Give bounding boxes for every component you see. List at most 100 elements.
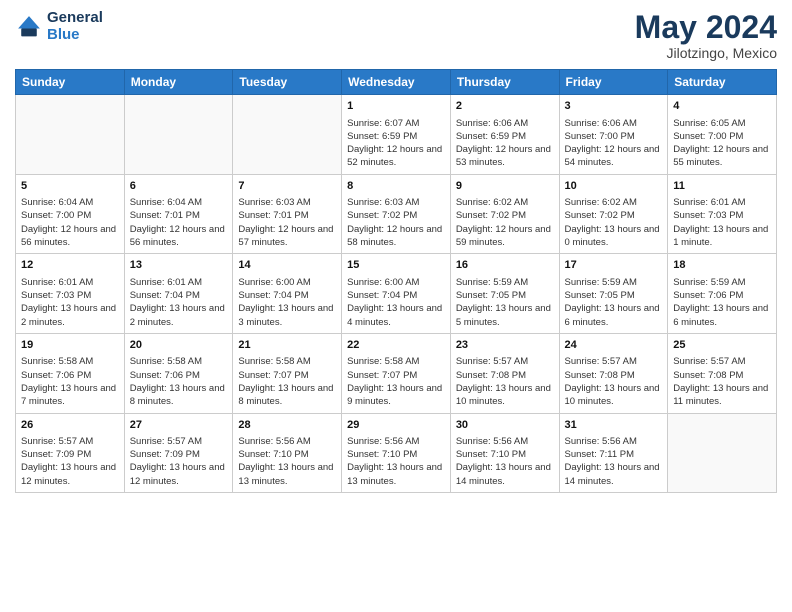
calendar: SundayMondayTuesdayWednesdayThursdayFrid…	[15, 69, 777, 493]
day-number: 20	[130, 338, 228, 353]
day-info: Sunrise: 5:57 AM Sunset: 7:08 PM Dayligh…	[456, 355, 554, 408]
day-info: Sunrise: 5:58 AM Sunset: 7:07 PM Dayligh…	[238, 355, 336, 408]
calendar-cell	[233, 95, 342, 175]
day-info: Sunrise: 6:01 AM Sunset: 7:04 PM Dayligh…	[130, 276, 228, 329]
week-row-1: 1Sunrise: 6:07 AM Sunset: 6:59 PM Daylig…	[16, 95, 777, 175]
day-number: 5	[21, 179, 119, 194]
day-info: Sunrise: 5:56 AM Sunset: 7:10 PM Dayligh…	[347, 435, 445, 488]
weekday-header-saturday: Saturday	[668, 70, 777, 95]
title-block: May 2024 Jilotzingo, Mexico	[635, 10, 777, 61]
weekday-header-wednesday: Wednesday	[342, 70, 451, 95]
day-number: 17	[565, 258, 663, 273]
calendar-cell	[668, 413, 777, 493]
calendar-cell: 6Sunrise: 6:04 AM Sunset: 7:01 PM Daylig…	[124, 174, 233, 254]
day-info: Sunrise: 6:06 AM Sunset: 7:00 PM Dayligh…	[565, 117, 663, 170]
day-info: Sunrise: 5:58 AM Sunset: 7:06 PM Dayligh…	[21, 355, 119, 408]
calendar-cell: 23 Sunrise: 5:57 AM Sunset: 7:08 PM Dayli…	[450, 333, 559, 413]
day-number: 19	[21, 338, 119, 353]
calendar-cell: 12 Sunrise: 6:01 AM Sunset: 7:03 PM Dayli…	[16, 254, 125, 334]
calendar-cell	[16, 95, 125, 175]
day-number: 24	[565, 338, 663, 353]
calendar-cell: 4 Sunrise: 6:05 AM Sunset: 7:00 PM Daylig…	[668, 95, 777, 175]
header: General Blue May 2024 Jilotzingo, Mexico	[15, 10, 777, 61]
calendar-cell: 14Sunrise: 6:00 AM Sunset: 7:04 PM Dayli…	[233, 254, 342, 334]
day-info: Sunrise: 5:59 AM Sunset: 7:05 PM Dayligh…	[456, 276, 554, 329]
day-info: Sunrise: 6:03 AM Sunset: 7:02 PM Dayligh…	[347, 196, 445, 249]
day-info: Sunrise: 6:04 AM Sunset: 7:00 PM Dayligh…	[21, 196, 119, 249]
weekday-header-row: SundayMondayTuesdayWednesdayThursdayFrid…	[16, 70, 777, 95]
day-number: 9	[456, 179, 554, 194]
day-number: 28	[238, 418, 336, 433]
weekday-header-tuesday: Tuesday	[233, 70, 342, 95]
day-info: Sunrise: 6:01 AM Sunset: 7:03 PM Dayligh…	[673, 196, 771, 249]
week-row-4: 19 Sunrise: 5:58 AM Sunset: 7:06 PM Dayli…	[16, 333, 777, 413]
day-info: Sunrise: 5:59 AM Sunset: 7:05 PM Dayligh…	[565, 276, 663, 329]
week-row-2: 5 Sunrise: 6:04 AM Sunset: 7:00 PM Daylig…	[16, 174, 777, 254]
calendar-cell: 11 Sunrise: 6:01 AM Sunset: 7:03 PM Dayli…	[668, 174, 777, 254]
location: Jilotzingo, Mexico	[635, 45, 777, 61]
day-info: Sunrise: 6:00 AM Sunset: 7:04 PM Dayligh…	[347, 276, 445, 329]
day-info: Sunrise: 5:58 AM Sunset: 7:06 PM Dayligh…	[130, 355, 228, 408]
calendar-cell: 29Sunrise: 5:56 AM Sunset: 7:10 PM Dayli…	[342, 413, 451, 493]
day-info: Sunrise: 5:56 AM Sunset: 7:10 PM Dayligh…	[456, 435, 554, 488]
logo-text: General Blue	[47, 10, 103, 43]
logo-icon	[15, 13, 43, 41]
day-number: 2	[456, 99, 554, 114]
calendar-cell: 20 Sunrise: 5:58 AM Sunset: 7:06 PM Dayli…	[124, 333, 233, 413]
day-info: Sunrise: 5:59 AM Sunset: 7:06 PM Dayligh…	[673, 276, 771, 329]
day-info: Sunrise: 6:05 AM Sunset: 7:00 PM Dayligh…	[673, 117, 771, 170]
day-info: Sunrise: 6:07 AM Sunset: 6:59 PM Dayligh…	[347, 117, 445, 170]
calendar-cell: 17 Sunrise: 5:59 AM Sunset: 7:05 PM Dayli…	[559, 254, 668, 334]
day-number: 23	[456, 338, 554, 353]
day-number: 7	[238, 179, 336, 194]
day-info: Sunrise: 6:04 AM Sunset: 7:01 PM Dayligh…	[130, 196, 228, 249]
weekday-header-friday: Friday	[559, 70, 668, 95]
day-info: Sunrise: 5:58 AM Sunset: 7:07 PM Dayligh…	[347, 355, 445, 408]
weekday-header-sunday: Sunday	[16, 70, 125, 95]
day-info: Sunrise: 6:06 AM Sunset: 6:59 PM Dayligh…	[456, 117, 554, 170]
calendar-cell: 30 Sunrise: 5:56 AM Sunset: 7:10 PM Dayli…	[450, 413, 559, 493]
day-info: Sunrise: 6:01 AM Sunset: 7:03 PM Dayligh…	[21, 276, 119, 329]
day-info: Sunrise: 5:56 AM Sunset: 7:11 PM Dayligh…	[565, 435, 663, 488]
weekday-header-monday: Monday	[124, 70, 233, 95]
day-info: Sunrise: 6:00 AM Sunset: 7:04 PM Dayligh…	[238, 276, 336, 329]
calendar-cell: 24 Sunrise: 5:57 AM Sunset: 7:08 PM Dayli…	[559, 333, 668, 413]
calendar-cell: 5 Sunrise: 6:04 AM Sunset: 7:00 PM Daylig…	[16, 174, 125, 254]
day-number: 3	[565, 99, 663, 114]
week-row-3: 12 Sunrise: 6:01 AM Sunset: 7:03 PM Dayli…	[16, 254, 777, 334]
day-number: 26	[21, 418, 119, 433]
calendar-cell: 2 Sunrise: 6:06 AM Sunset: 6:59 PM Daylig…	[450, 95, 559, 175]
day-number: 15	[347, 258, 445, 273]
day-number: 30	[456, 418, 554, 433]
day-info: Sunrise: 6:02 AM Sunset: 7:02 PM Dayligh…	[565, 196, 663, 249]
day-info: Sunrise: 5:57 AM Sunset: 7:08 PM Dayligh…	[565, 355, 663, 408]
day-number: 22	[347, 338, 445, 353]
weekday-header-thursday: Thursday	[450, 70, 559, 95]
calendar-cell: 15 Sunrise: 6:00 AM Sunset: 7:04 PM Dayli…	[342, 254, 451, 334]
calendar-cell: 31Sunrise: 5:56 AM Sunset: 7:11 PM Dayli…	[559, 413, 668, 493]
day-info: Sunrise: 6:02 AM Sunset: 7:02 PM Dayligh…	[456, 196, 554, 249]
month-year: May 2024	[635, 10, 777, 45]
day-info: Sunrise: 5:57 AM Sunset: 7:09 PM Dayligh…	[130, 435, 228, 488]
logo: General Blue	[15, 10, 103, 43]
calendar-cell: 21Sunrise: 5:58 AM Sunset: 7:07 PM Dayli…	[233, 333, 342, 413]
calendar-cell: 10 Sunrise: 6:02 AM Sunset: 7:02 PM Dayli…	[559, 174, 668, 254]
day-number: 11	[673, 179, 771, 194]
calendar-cell: 26Sunrise: 5:57 AM Sunset: 7:09 PM Dayli…	[16, 413, 125, 493]
day-number: 13	[130, 258, 228, 273]
calendar-cell: 22 Sunrise: 5:58 AM Sunset: 7:07 PM Dayli…	[342, 333, 451, 413]
calendar-cell: 19 Sunrise: 5:58 AM Sunset: 7:06 PM Dayli…	[16, 333, 125, 413]
calendar-cell: 27 Sunrise: 5:57 AM Sunset: 7:09 PM Dayli…	[124, 413, 233, 493]
calendar-cell: 3 Sunrise: 6:06 AM Sunset: 7:00 PM Daylig…	[559, 95, 668, 175]
calendar-cell: 25Sunrise: 5:57 AM Sunset: 7:08 PM Dayli…	[668, 333, 777, 413]
day-number: 4	[673, 99, 771, 114]
day-number: 25	[673, 338, 771, 353]
calendar-cell: 28Sunrise: 5:56 AM Sunset: 7:10 PM Dayli…	[233, 413, 342, 493]
day-number: 8	[347, 179, 445, 194]
day-number: 27	[130, 418, 228, 433]
day-number: 12	[21, 258, 119, 273]
calendar-cell: 1Sunrise: 6:07 AM Sunset: 6:59 PM Daylig…	[342, 95, 451, 175]
calendar-cell: 9 Sunrise: 6:02 AM Sunset: 7:02 PM Daylig…	[450, 174, 559, 254]
day-number: 10	[565, 179, 663, 194]
calendar-cell: 13 Sunrise: 6:01 AM Sunset: 7:04 PM Dayli…	[124, 254, 233, 334]
